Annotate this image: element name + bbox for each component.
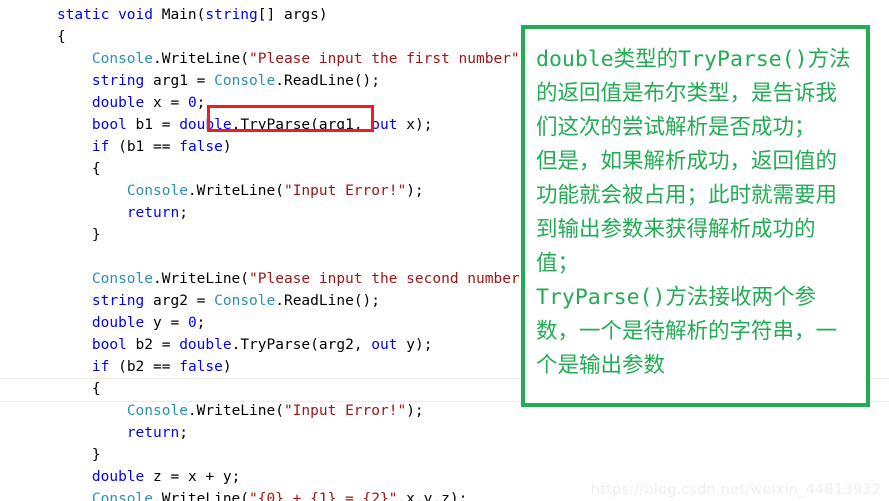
red-annotation-rectangle	[207, 105, 374, 132]
note-text: double类型的TryParse()方法的返回值是布尔类型，是告诉我们这次的尝…	[536, 47, 851, 378]
code-line[interactable]: }	[0, 444, 889, 466]
screenshot-root: static void Main(string[] args) { Consol…	[0, 0, 889, 501]
green-note-box: double类型的TryParse()方法的返回值是布尔类型，是告诉我们这次的尝…	[521, 25, 870, 407]
code-line[interactable]: return;	[0, 422, 889, 444]
code-line[interactable]: static void Main(string[] args)	[0, 4, 889, 26]
watermark-url: https://blog.csdn.net/weixin_44813932	[590, 482, 881, 498]
